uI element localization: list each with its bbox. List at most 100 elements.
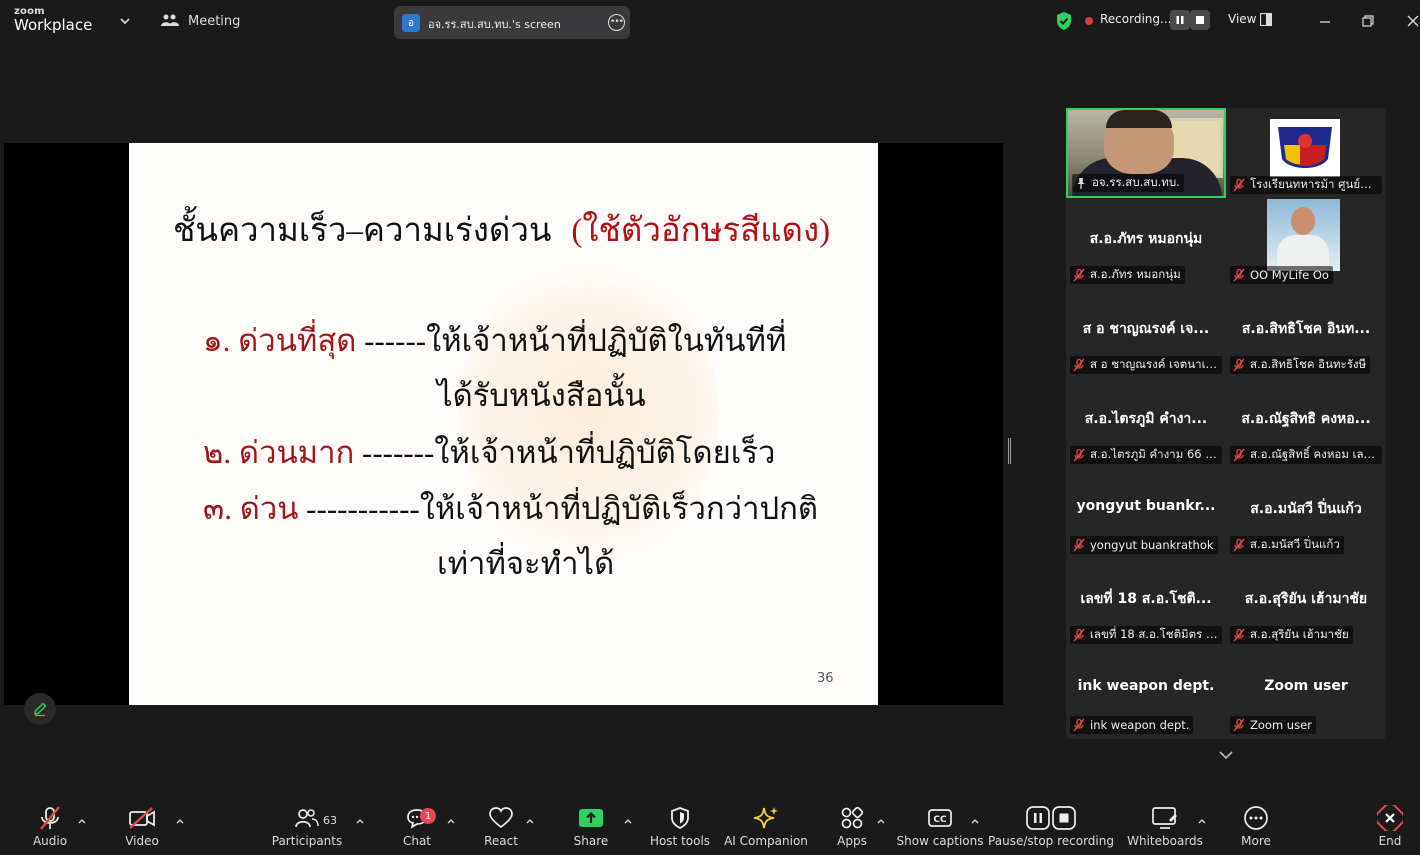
participant-tile[interactable]: ส.อ.สุริยัน เฮ้ามาชัย ส.อ.สุริยัน เฮ้ามา…	[1226, 558, 1386, 648]
muted-mic-icon	[1233, 628, 1245, 642]
whiteboards-label: Whiteboards	[1127, 834, 1203, 848]
chevron-up-icon[interactable]	[1197, 817, 1207, 825]
participant-name: ส.อ.สุริยัน เฮ้ามาชัย	[1244, 591, 1368, 607]
participant-tile[interactable]: ส อ ชาญณรงค์ เจ... ส อ ชาญณรงค์ เจตนาเสน	[1066, 288, 1226, 378]
pause-stop-recording-button[interactable]: Pause/stop recording	[988, 801, 1114, 855]
audio-label: Audio	[32, 834, 68, 848]
view-label[interactable]: View	[1228, 12, 1256, 26]
participant-tile[interactable]: OO MyLife Oo	[1226, 198, 1386, 288]
apps-label: Apps	[837, 834, 867, 848]
pause-icon	[1176, 16, 1184, 24]
slide-item-number: ๓. ด่วน	[203, 491, 299, 526]
more-options-icon[interactable]: •••	[608, 14, 625, 31]
brand-large: Workplace	[14, 16, 93, 34]
react-button[interactable]: React	[480, 801, 522, 855]
show-captions-button[interactable]: CC Show captions	[897, 801, 984, 855]
pin-icon	[1077, 178, 1085, 189]
participant-caption-text: ส.อ.สุริยัน เฮ้ามาชัย	[1250, 627, 1349, 641]
whiteboards-button[interactable]: Whiteboards	[1127, 801, 1203, 855]
whiteboard-icon	[1152, 807, 1177, 829]
chevron-up-icon[interactable]	[876, 817, 886, 825]
participants-button[interactable]: Participants	[272, 801, 342, 855]
minimize-icon[interactable]	[1315, 12, 1335, 30]
chevron-up-icon[interactable]	[355, 817, 365, 825]
encryption-shield-icon[interactable]	[1055, 11, 1073, 31]
participant-caption: ink weapon dept.	[1070, 716, 1194, 734]
slide-item-text: ------ให้เจ้าหน้าที่ปฏิบัติในทันทีที่	[356, 323, 787, 358]
gallery-scroll-down-icon[interactable]	[1216, 748, 1236, 762]
end-label: End	[1378, 834, 1402, 848]
ai-sparkle-icon	[753, 807, 778, 829]
resize-handle[interactable]	[1008, 438, 1011, 464]
participant-caption-text: ink weapon dept.	[1090, 718, 1190, 732]
participant-tile[interactable]: อจ.รร.สบ.สบ.ทบ.	[1066, 108, 1226, 198]
muted-mic-icon	[1233, 358, 1245, 372]
participant-tile[interactable]: ink weapon dept. ink weapon dept.	[1066, 648, 1226, 738]
chevron-up-icon[interactable]	[623, 817, 633, 825]
slide-item-text: -------ให้เจ้าหน้าที่ปฏิบัติโดยเร็ว	[354, 435, 776, 470]
screen-share-indicator[interactable]: อ อจ.รร.สบ.สบ.ทบ.'s screen •••	[394, 6, 630, 39]
participant-caption-text: ส.อ.มนัสวี ปิ่นแก้ว	[1250, 537, 1340, 551]
ai-companion-button[interactable]: AI Companion	[724, 801, 808, 855]
share-screen-icon	[579, 809, 603, 827]
video-button[interactable]: Video	[118, 801, 166, 855]
audio-button[interactable]: Audio	[26, 801, 74, 855]
chevron-up-icon[interactable]	[175, 817, 185, 825]
muted-mic-icon	[1073, 358, 1085, 372]
end-meeting-button[interactable]: End	[1370, 801, 1410, 855]
participant-caption-text: ส.อ.ไตรภูมิ คำงาม 66 ร้อ...	[1090, 447, 1218, 461]
apps-button[interactable]: Apps	[832, 801, 872, 855]
participant-caption: ส.อ.ภัทร หมอกนุ่ม	[1070, 266, 1185, 284]
host-tools-button[interactable]: Host tools	[648, 801, 712, 855]
participant-caption-text: Zoom user	[1250, 718, 1312, 732]
participant-caption-text: อจ.รร.สบ.สบ.ทบ.	[1092, 175, 1180, 189]
grid-view-icon[interactable]	[1260, 13, 1272, 26]
annotate-button[interactable]	[24, 693, 56, 725]
school-logo-image	[1270, 119, 1340, 177]
chevron-up-icon[interactable]	[446, 817, 456, 825]
participant-tile[interactable]: Zoom user Zoom user	[1226, 648, 1386, 738]
slide-page-number: 36	[817, 671, 834, 686]
ai-companion-label: AI Companion	[724, 834, 808, 848]
muted-mic-icon	[1073, 718, 1085, 732]
participant-tile[interactable]: โรงเรียนทหารม้า ศูนย์การ...	[1226, 108, 1386, 198]
participant-tile[interactable]: ส.อ.ไตรภูมิ คำงา... ส.อ.ไตรภูมิ คำงาม 66…	[1066, 378, 1226, 468]
stop-icon	[1196, 16, 1204, 24]
participants-label: Participants	[271, 834, 343, 848]
chevron-up-icon[interactable]	[77, 817, 87, 825]
slide-item-number: ๑. ด่วนที่สุด	[203, 323, 357, 358]
more-button[interactable]: More	[1234, 801, 1278, 855]
pause-stop-icon	[1026, 806, 1076, 830]
participant-caption: Zoom user	[1230, 716, 1316, 734]
participant-caption: OO MyLife Oo	[1230, 266, 1333, 284]
participant-tile[interactable]: ส.อ.ณัฐสิทธิ คงหอ... ส.อ.ณัฐสิทธิ์ คงหอม…	[1226, 378, 1386, 468]
participant-caption: อจ.รร.สบ.สบ.ทบ.	[1072, 174, 1184, 192]
chevron-down-icon[interactable]	[118, 14, 132, 28]
participant-tile[interactable]: ส.อ.สิทธิโชค อินท... ส.อ.สิทธิโชค อินทะร…	[1226, 288, 1386, 378]
participants-count: 63	[323, 814, 337, 827]
participant-caption-text: ส อ ชาญณรงค์ เจตนาเสน	[1090, 357, 1218, 371]
share-button[interactable]: Share	[570, 801, 612, 855]
slide-title: ชั้นความเร็ว–ความเร่งด่วน (ใช้ตัวอักษรสีแ…	[173, 203, 830, 256]
pause-stop-recording-label: Pause/stop recording	[988, 834, 1114, 848]
meeting-menu[interactable]: Meeting	[160, 13, 240, 29]
participant-tile[interactable]: ส.อ.ภัทร หมอกนุ่ม ส.อ.ภัทร หมอกนุ่ม	[1066, 198, 1226, 288]
participant-tile[interactable]: ส.อ.มนัสวี ปิ่นแก้ว ส.อ.มนัสวี ปิ่นแก้ว	[1226, 468, 1386, 558]
chevron-up-icon[interactable]	[970, 817, 980, 825]
recording-label[interactable]: Recording...	[1100, 12, 1171, 26]
participant-photo	[1267, 199, 1340, 271]
stop-recording-button[interactable]	[1190, 10, 1210, 30]
participant-tile[interactable]: yongyut buankr... yongyut buankrathok	[1066, 468, 1226, 558]
zoom-workplace-logo[interactable]: zoom Workplace	[14, 7, 92, 33]
participant-tile[interactable]: เลขที่ 18 ส.อ.โชติ... เลขที่ 18 ส.อ.โชติ…	[1066, 558, 1226, 648]
close-icon[interactable]	[1403, 12, 1420, 30]
heart-icon	[489, 807, 513, 829]
participant-name: ส อ ชาญณรงค์ เจ...	[1082, 321, 1210, 337]
closed-captions-icon: CC	[928, 809, 952, 827]
host-tools-shield-icon	[671, 807, 689, 830]
chevron-up-icon[interactable]	[525, 817, 535, 825]
participant-caption-text: โรงเรียนทหารม้า ศูนย์การ...	[1250, 177, 1378, 191]
restore-icon[interactable]	[1358, 12, 1378, 30]
screen-share-label: อจ.รร.สบ.สบ.ทบ.'s screen	[428, 18, 561, 31]
pause-recording-button[interactable]	[1170, 10, 1190, 30]
